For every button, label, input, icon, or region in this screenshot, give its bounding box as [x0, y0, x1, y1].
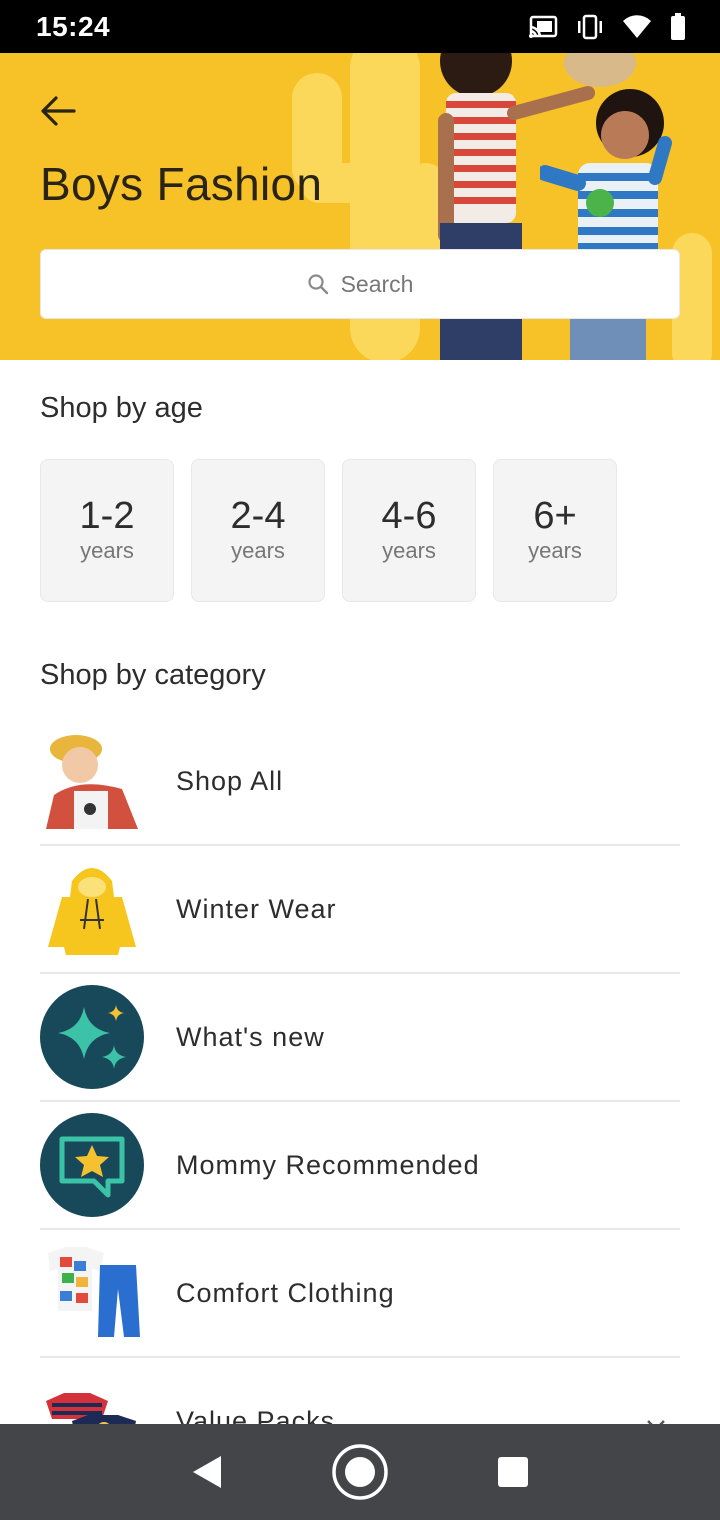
- category-label: Mommy Recommended: [176, 1149, 480, 1180]
- age-unit: years: [80, 538, 134, 564]
- hero-banner: Boys Fashion Search: [0, 53, 720, 360]
- recents-square-icon: [498, 1457, 529, 1487]
- category-label: Comfort Clothing: [176, 1277, 395, 1308]
- sparkle-icon: [40, 985, 144, 1089]
- category-label: Winter Wear: [176, 893, 337, 924]
- arrow-left-icon: [41, 96, 76, 126]
- age-range: 2-4: [230, 494, 286, 537]
- page-title: Boys Fashion: [40, 158, 323, 210]
- age-range: 1-2: [79, 494, 135, 537]
- nav-recents-button[interactable]: [478, 1437, 548, 1507]
- boy-photo-thumbnail: [40, 729, 144, 833]
- clothing-set-thumbnail: [40, 1241, 144, 1345]
- back-button[interactable]: [36, 89, 80, 133]
- battery-icon: [670, 12, 686, 41]
- vibrate-icon: [576, 14, 604, 40]
- category-item-comfort-clothing[interactable]: Comfort Clothing: [40, 1230, 680, 1358]
- age-unit: years: [231, 538, 285, 564]
- status-icons: [528, 12, 686, 41]
- category-item-shop-all[interactable]: Shop All: [40, 718, 680, 846]
- home-circle-icon: [332, 1444, 388, 1500]
- category-label: Shop All: [176, 765, 284, 796]
- category-item-winter-wear[interactable]: Winter Wear: [40, 846, 680, 974]
- age-range: 6+: [533, 494, 577, 537]
- age-unit: years: [528, 538, 582, 564]
- search-icon: [307, 274, 328, 295]
- category-list: Shop All Winter Wear What's new Mommy Re…: [40, 718, 680, 1486]
- age-card-2-4[interactable]: 2-4 years: [191, 459, 325, 602]
- cast-icon: [528, 15, 558, 39]
- back-triangle-icon: [192, 1456, 221, 1488]
- search-placeholder: Search: [340, 270, 414, 297]
- yellow-hoodie-thumbnail: [40, 857, 144, 961]
- status-bar: 15:24: [0, 0, 720, 53]
- wifi-icon: [622, 14, 652, 39]
- star-chat-icon: [40, 1113, 144, 1217]
- age-card-6-plus[interactable]: 6+ years: [493, 459, 617, 602]
- shop-by-category-title: Shop by category: [40, 659, 266, 691]
- nav-back-button[interactable]: [172, 1437, 242, 1507]
- age-filter-row: 1-2 years 2-4 years 4-6 years 6+ years: [40, 459, 617, 602]
- nav-home-button[interactable]: [325, 1437, 395, 1507]
- category-item-whats-new[interactable]: What's new: [40, 974, 680, 1102]
- age-range: 4-6: [381, 494, 437, 537]
- age-card-1-2[interactable]: 1-2 years: [40, 459, 174, 602]
- status-time: 15:24: [36, 10, 111, 42]
- category-item-mommy-recommended[interactable]: Mommy Recommended: [40, 1102, 680, 1230]
- system-nav-bar: [0, 1424, 720, 1520]
- category-label: What's new: [176, 1021, 325, 1052]
- shop-by-age-title: Shop by age: [40, 392, 203, 424]
- age-unit: years: [382, 538, 436, 564]
- age-card-4-6[interactable]: 4-6 years: [342, 459, 476, 602]
- search-input[interactable]: Search: [40, 249, 680, 319]
